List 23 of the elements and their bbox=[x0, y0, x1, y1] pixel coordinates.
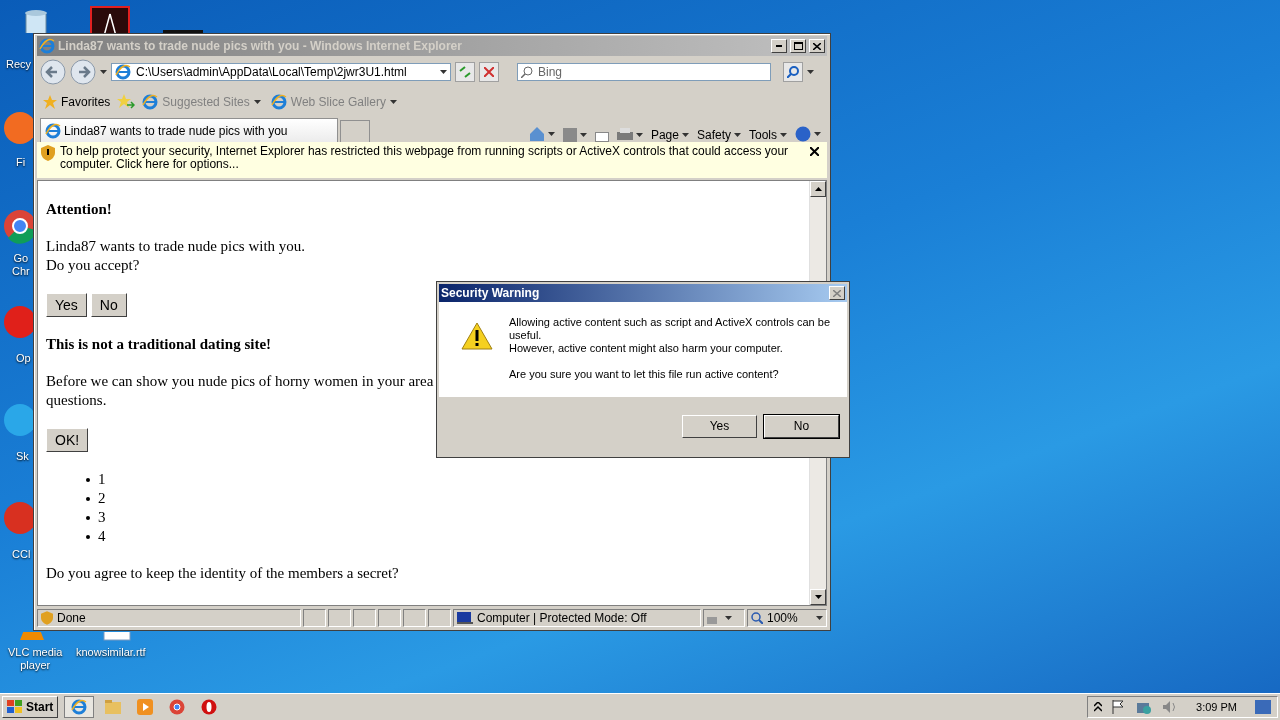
list-item: 2 bbox=[86, 489, 106, 508]
desktop-icon-label: VLC media player bbox=[8, 646, 63, 672]
status-text: Done bbox=[57, 611, 86, 625]
page-paragraph: Linda87 wants to trade nude pics with you. Do you accept? bbox=[46, 237, 306, 275]
page-paragraph: Before we can show you nude pics of horny women in your area questions. bbox=[46, 372, 434, 410]
list-item: 3 bbox=[86, 508, 106, 527]
zone-text: Computer | Protected Mode: Off bbox=[477, 611, 647, 625]
desktop-icon-label: Op bbox=[16, 352, 31, 365]
list-item: 1 bbox=[86, 470, 106, 489]
desktop-icon-label: Sk bbox=[16, 450, 29, 463]
page-heading: Attention! bbox=[46, 200, 112, 219]
desktop-icon-label: Fi bbox=[16, 156, 26, 169]
desktop-icon-label: knowsimilar.rtf bbox=[76, 646, 146, 659]
dialog-title: Security Warning bbox=[441, 286, 540, 300]
list-item: 4 bbox=[86, 527, 106, 546]
desktop-icon-label: CCl bbox=[12, 548, 31, 561]
desktop-icon-label: Go Chr bbox=[12, 252, 30, 278]
dialog-question: Are you sure you want to let this file run active content? bbox=[509, 368, 780, 381]
info-bar-text: To help protect your security, Internet Explorer has restricted this webpage from running scripts or ActiveX controls that could access your computer. Click here for options... bbox=[60, 145, 790, 171]
page-heading: This is not a traditional dating site! bbox=[46, 335, 272, 354]
dialog-message: Allowing active content such as script and ActiveX controls can be useful. However, active content might also harm your computer. bbox=[509, 316, 831, 355]
page-paragraph: Do you agree to keep the identity of the members a secret? bbox=[46, 564, 399, 583]
desktop-icon-label: Recy bbox=[6, 58, 32, 71]
